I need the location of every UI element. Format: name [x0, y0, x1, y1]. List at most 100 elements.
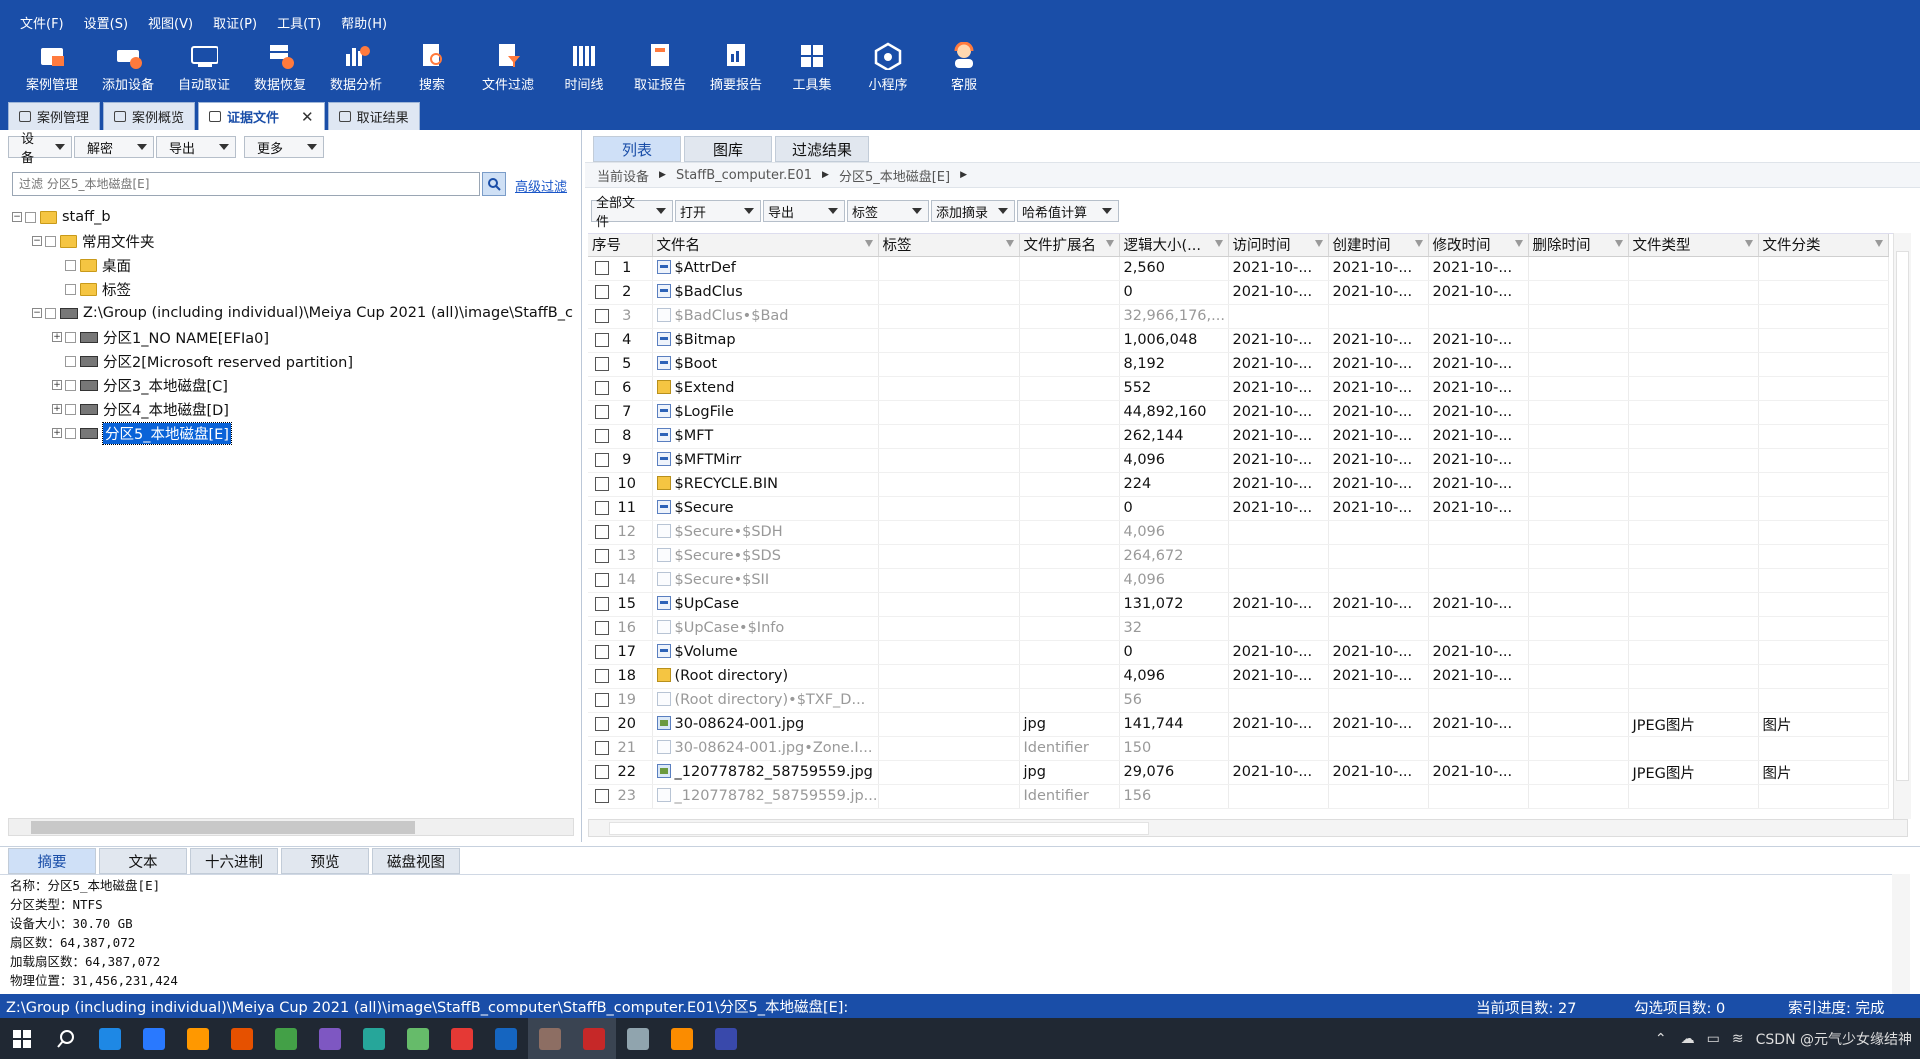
- file-name-cell[interactable]: _120778782_58759559.jpg: [652, 760, 879, 785]
- taskbar-app-1[interactable]: [132, 1018, 176, 1059]
- table-row[interactable]: 18 (Root directory) 4,096 2021-10-... 2021-1…: [588, 664, 1889, 689]
- expand-icon[interactable]: +: [52, 380, 62, 390]
- tree-horizontal-scrollbar[interactable]: [8, 818, 574, 836]
- file-name-cell[interactable]: 30-08624-001.jpg•Zone.I...: [652, 736, 879, 761]
- taskbar-app-6[interactable]: [352, 1018, 396, 1059]
- filter-icon[interactable]: [1744, 240, 1753, 247]
- taskbar-app-11[interactable]: [572, 1018, 616, 1059]
- file-name-cell[interactable]: _120778782_58759559.jp...: [652, 784, 879, 809]
- filter-icon[interactable]: [1105, 240, 1114, 247]
- collapse-icon[interactable]: −: [12, 212, 22, 222]
- scroll-thumb[interactable]: [609, 822, 1149, 835]
- table-row[interactable]: 8 $MFT 262,144 2021-10-... 2021-10-... 2021-1…: [588, 424, 1889, 449]
- table-row[interactable]: 22 _120778782_58759559.jpg jpg 29,076 2021-1…: [588, 760, 1889, 785]
- list-tool-3[interactable]: 标签: [847, 200, 929, 222]
- dropdown-3[interactable]: 更多: [244, 136, 324, 158]
- table-row[interactable]: 17 $Volume 0 2021-10-... 2021-10-... 2021-10-…: [588, 640, 1889, 665]
- summary-scrollbar[interactable]: [1892, 874, 1910, 994]
- row-checkbox[interactable]: [594, 765, 609, 779]
- table-row[interactable]: 4 $Bitmap 1,006,048 2021-10-... 2021-10-... 2…: [588, 328, 1889, 353]
- menu-item[interactable]: 设置(S): [74, 13, 138, 32]
- file-name-cell[interactable]: $BadClus: [652, 280, 879, 305]
- breadcrumb-item[interactable]: StaffB_computer.E01: [676, 168, 812, 183]
- menu-item[interactable]: 视图(V): [138, 13, 203, 32]
- taskbar-app-14[interactable]: [704, 1018, 748, 1059]
- table-row[interactable]: 3 $BadClus•$Bad 32,966,176,...: [588, 304, 1889, 329]
- view-tab-0[interactable]: 列表: [593, 136, 681, 162]
- tree-filter-input[interactable]: [12, 172, 480, 196]
- table-horizontal-scrollbar[interactable]: [588, 819, 1908, 837]
- tree-node[interactable]: 桌面: [52, 254, 131, 276]
- taskbar-app-10[interactable]: [528, 1018, 572, 1059]
- row-checkbox[interactable]: [594, 645, 609, 659]
- row-checkbox[interactable]: [594, 429, 609, 443]
- toolbar-button-10[interactable]: 工具集: [774, 36, 850, 98]
- row-checkbox[interactable]: [594, 525, 609, 539]
- toolbar-button-3[interactable]: 数据恢复: [242, 36, 318, 98]
- menu-item[interactable]: 文件(F): [10, 13, 74, 32]
- row-checkbox[interactable]: [594, 381, 609, 395]
- list-tool-2[interactable]: 导出: [763, 200, 845, 222]
- table-row[interactable]: 12 $Secure•$SDH 4,096: [588, 520, 1889, 545]
- tree-checkbox[interactable]: [45, 235, 56, 247]
- column-header-2[interactable]: 标签: [878, 234, 1020, 257]
- tree-checkbox[interactable]: [65, 379, 76, 391]
- row-checkbox[interactable]: [594, 693, 609, 707]
- row-checkbox[interactable]: [594, 597, 609, 611]
- toolbar-button-11[interactable]: 小程序: [850, 36, 926, 98]
- column-header-9[interactable]: 文件类型: [1628, 234, 1759, 257]
- filter-icon[interactable]: [864, 240, 873, 247]
- taskbar-app-5[interactable]: [308, 1018, 352, 1059]
- column-header-10[interactable]: 文件分类: [1758, 234, 1889, 257]
- filter-icon[interactable]: [1005, 240, 1014, 247]
- column-header-5[interactable]: 访问时间: [1228, 234, 1329, 257]
- file-name-cell[interactable]: $Secure•$SDS: [652, 544, 879, 569]
- table-row[interactable]: 11 $Secure 0 2021-10-... 2021-10-... 2021-10-…: [588, 496, 1889, 521]
- filter-icon[interactable]: [1514, 240, 1523, 247]
- tree-checkbox[interactable]: [65, 403, 76, 415]
- collapse-icon[interactable]: −: [32, 236, 42, 246]
- scroll-thumb[interactable]: [1896, 251, 1909, 781]
- dropdown-1[interactable]: 解密: [74, 136, 154, 158]
- tab-0[interactable]: 案例管理: [8, 102, 101, 130]
- row-checkbox[interactable]: [594, 789, 609, 803]
- file-name-cell[interactable]: $MFTMirr: [652, 448, 879, 473]
- view-tab-1[interactable]: 图库: [684, 136, 772, 162]
- file-name-cell[interactable]: $Secure•$SDH: [652, 520, 879, 545]
- file-name-cell[interactable]: (Root directory): [652, 664, 879, 689]
- row-checkbox[interactable]: [594, 621, 609, 635]
- table-row[interactable]: 19 (Root directory)•$TXF_D... 56: [588, 688, 1889, 713]
- list-tool-1[interactable]: 打开: [675, 200, 761, 222]
- dropdown-2[interactable]: 导出: [156, 136, 236, 158]
- file-name-cell[interactable]: $Boot: [652, 352, 879, 377]
- table-vertical-scrollbar[interactable]: [1893, 233, 1911, 819]
- tree-checkbox[interactable]: [45, 307, 56, 319]
- filter-icon[interactable]: [1414, 240, 1423, 247]
- cloud-icon[interactable]: ☁: [1681, 1031, 1695, 1047]
- tree-node[interactable]: − 常用文件夹: [32, 230, 155, 252]
- row-checkbox[interactable]: [594, 501, 609, 515]
- taskbar-app-4[interactable]: [264, 1018, 308, 1059]
- table-row[interactable]: 23 _120778782_58759559.jp... Identifier 156: [588, 784, 1889, 809]
- file-name-cell[interactable]: $MFT: [652, 424, 879, 449]
- tree-checkbox[interactable]: [65, 283, 76, 295]
- taskbar-app-0[interactable]: [88, 1018, 132, 1059]
- tree-checkbox[interactable]: [65, 427, 76, 439]
- detail-tab-4[interactable]: 磁盘视图: [372, 848, 460, 874]
- table-row[interactable]: 14 $Secure•$SII 4,096: [588, 568, 1889, 593]
- filter-icon[interactable]: [1314, 240, 1323, 247]
- taskbar-app-9[interactable]: [484, 1018, 528, 1059]
- taskbar-app-2[interactable]: [176, 1018, 220, 1059]
- view-tab-2[interactable]: 过滤结果: [775, 136, 870, 162]
- toolbar-button-0[interactable]: 案例管理: [14, 36, 90, 98]
- row-checkbox[interactable]: [594, 309, 609, 323]
- filter-search-button[interactable]: [482, 172, 506, 196]
- file-name-cell[interactable]: $UpCase•$Info: [652, 616, 879, 641]
- table-row[interactable]: 21 30-08624-001.jpg•Zone.I... Identifier 15…: [588, 736, 1889, 761]
- row-checkbox[interactable]: [594, 669, 609, 683]
- tree-node[interactable]: + 分区3_本地磁盘[C]: [52, 374, 228, 396]
- file-name-cell[interactable]: $Secure•$SII: [652, 568, 879, 593]
- row-checkbox[interactable]: [594, 405, 609, 419]
- column-header-1[interactable]: 文件名: [652, 234, 879, 257]
- list-tool-5[interactable]: 哈希值计算: [1017, 200, 1119, 222]
